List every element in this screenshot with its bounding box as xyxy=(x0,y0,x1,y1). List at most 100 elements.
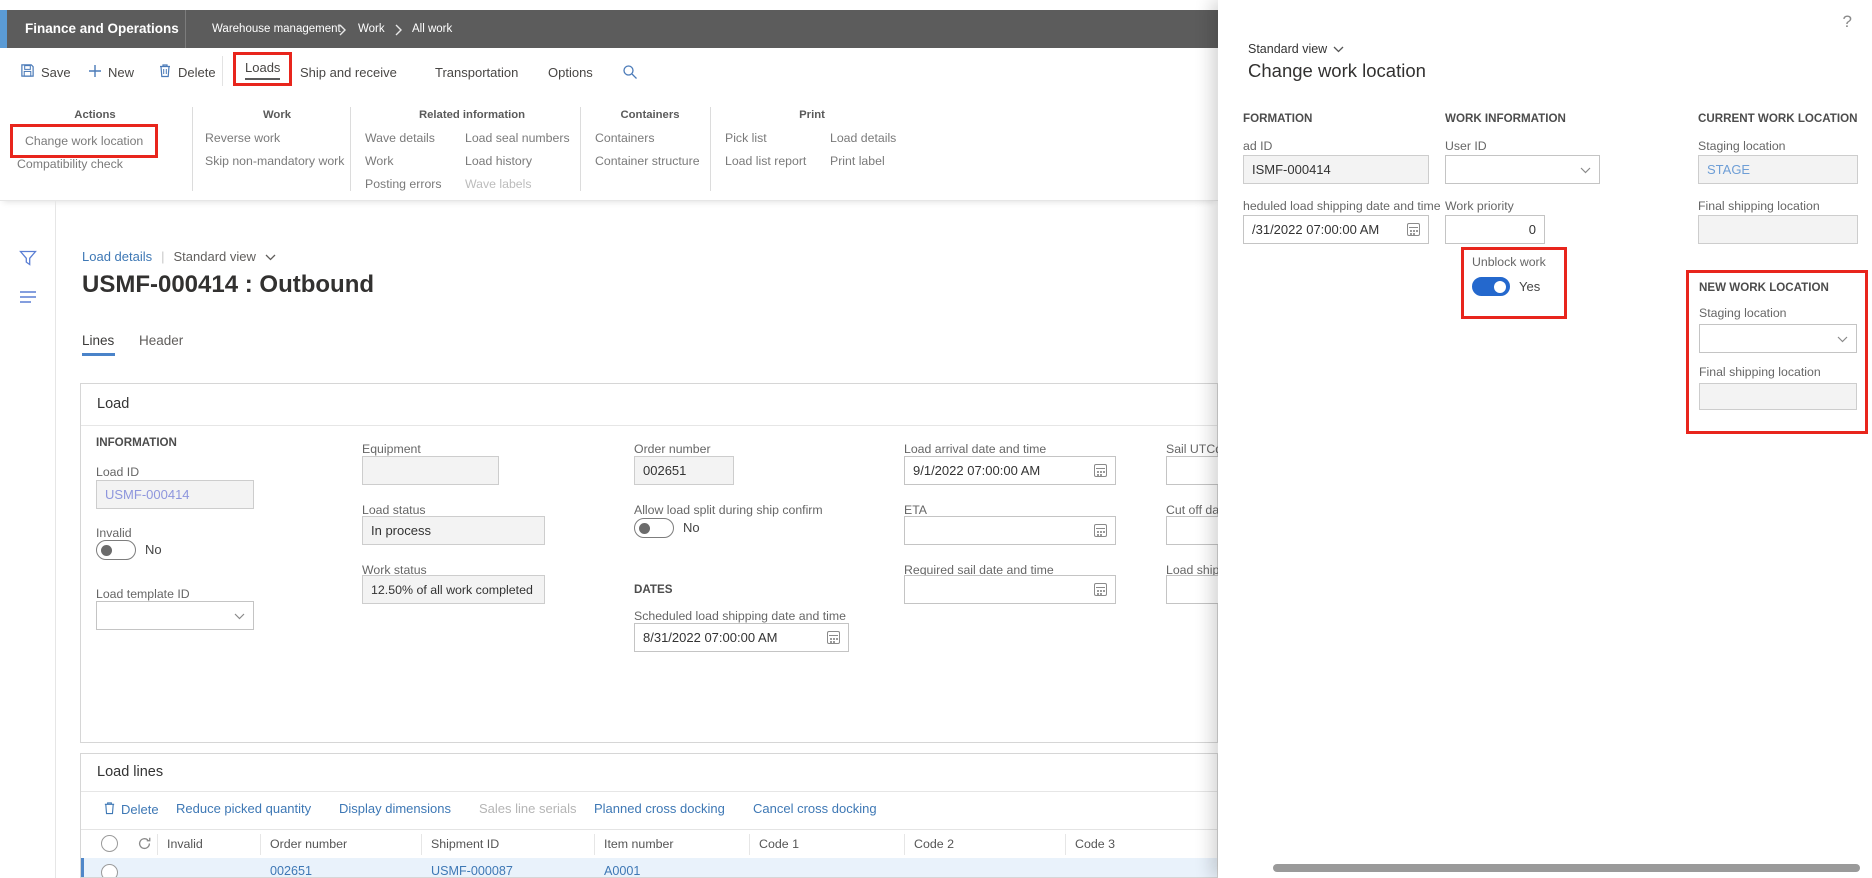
ribbon-divider xyxy=(350,107,351,191)
panel-current-location-group: CURRENT WORK LOCATION xyxy=(1698,112,1858,125)
cell-shipment-id[interactable]: USMF-000087 xyxy=(431,864,513,877)
breadcrumb-all-work[interactable]: All work xyxy=(412,10,452,48)
load-section: Load INFORMATION Load ID USMF-000414 Inv… xyxy=(80,383,1241,743)
task-list-icon[interactable] xyxy=(19,290,37,309)
new-staging-label: Staging location xyxy=(1699,306,1787,320)
filter-icon[interactable] xyxy=(19,250,37,272)
ribbon-item-load-list-report[interactable]: Load list report xyxy=(725,154,806,168)
chevron-down-icon[interactable] xyxy=(1333,42,1344,56)
ribbon-divider xyxy=(192,107,193,191)
column-shipment-id[interactable]: Shipment ID xyxy=(431,837,499,851)
calendar-icon[interactable] xyxy=(1407,223,1420,236)
eta-label: ETA xyxy=(904,503,928,517)
column-order-number[interactable]: Order number xyxy=(270,837,347,851)
scheduled-ship-field[interactable]: 8/31/2022 07:00:00 AM xyxy=(634,623,849,652)
save-label: Save xyxy=(41,64,71,80)
unblock-work-label: Unblock work xyxy=(1472,255,1546,269)
column-invalid[interactable]: Invalid xyxy=(167,837,203,851)
delete-button[interactable]: Delete xyxy=(158,60,216,84)
ribbon-group-work: Work xyxy=(262,109,292,121)
cell-item-number[interactable]: A0001 xyxy=(604,864,640,877)
eta-field[interactable] xyxy=(904,516,1116,545)
new-location-group: NEW WORK LOCATION xyxy=(1699,281,1829,294)
calendar-icon[interactable] xyxy=(1094,464,1107,477)
panel-view-selector[interactable]: Standard view xyxy=(1248,42,1327,56)
column-code-3[interactable]: Code 3 xyxy=(1075,837,1115,851)
chevron-down-icon[interactable] xyxy=(265,249,276,264)
ribbon-item-wave-details[interactable]: Wave details xyxy=(365,131,435,145)
cell-order-number[interactable]: 002651 xyxy=(270,864,312,877)
trash-icon xyxy=(158,63,172,81)
menu-tab-loads[interactable]: Loads xyxy=(245,60,281,80)
dates-group-header: DATES xyxy=(634,583,673,596)
save-button[interactable]: Save xyxy=(20,60,71,84)
new-staging-combo[interactable] xyxy=(1699,324,1857,353)
menu-tab-options[interactable]: Options xyxy=(548,60,593,84)
ribbon-item-container-structure[interactable]: Container structure xyxy=(595,154,700,168)
planned-cross-docking-button[interactable]: Planned cross docking xyxy=(594,801,725,816)
chevron-right-icon xyxy=(338,23,347,41)
menu-tab-ship-and-receive[interactable]: Ship and receive xyxy=(300,60,397,84)
cancel-cross-docking-button[interactable]: Cancel cross docking xyxy=(753,801,877,816)
reduce-picked-quantity-button[interactable]: Reduce picked quantity xyxy=(176,801,311,816)
load-details-link[interactable]: Load details xyxy=(82,249,152,264)
scheduled-ship-label: Scheduled load shipping date and time xyxy=(634,609,846,623)
load-lines-title[interactable]: Load lines xyxy=(97,764,163,780)
ribbon-item-work[interactable]: Work xyxy=(365,154,393,168)
calendar-icon[interactable] xyxy=(827,631,840,644)
unblock-work-toggle[interactable] xyxy=(1472,277,1510,296)
column-item-number[interactable]: Item number xyxy=(604,837,674,851)
order-number-field: 002651 xyxy=(634,456,734,485)
load-template-combo[interactable] xyxy=(96,601,254,630)
row-radio[interactable] xyxy=(101,864,118,877)
display-dimensions-button[interactable]: Display dimensions xyxy=(339,801,451,816)
calendar-icon[interactable] xyxy=(1094,524,1107,537)
highlight-box-loads: Loads xyxy=(233,52,293,86)
chevron-down-icon xyxy=(234,608,245,623)
ribbon-item-compatibility-check[interactable]: Compatibility check xyxy=(17,157,123,171)
new-button[interactable]: New xyxy=(88,60,134,84)
topbar-divider xyxy=(185,10,186,48)
ribbon-item-skip-non-mandatory-work[interactable]: Skip non-mandatory work xyxy=(205,154,344,168)
allow-split-toggle[interactable] xyxy=(634,518,674,538)
ribbon-item-pick-list[interactable]: Pick list xyxy=(725,131,767,145)
ribbon-group-containers: Containers xyxy=(620,109,680,121)
menu-tab-transportation[interactable]: Transportation xyxy=(435,60,518,84)
work-priority-field[interactable]: 0 xyxy=(1445,215,1545,244)
ribbon-group-actions: Actions xyxy=(74,109,116,121)
app-title: Finance and Operations xyxy=(25,21,179,36)
ribbon-item-load-details[interactable]: Load details xyxy=(830,131,896,145)
ribbon-item-posting-errors[interactable]: Posting errors xyxy=(365,177,442,191)
ribbon-item-load-history[interactable]: Load history xyxy=(465,154,532,168)
ribbon-item-load-seal-numbers[interactable]: Load seal numbers xyxy=(465,131,570,145)
load-id-label: Load ID xyxy=(96,465,140,479)
table-row[interactable]: 002651 USMF-000087 A0001 xyxy=(81,858,1217,877)
highlight-box-new-work-location: NEW WORK LOCATION Staging location Final… xyxy=(1686,270,1868,434)
column-code-2[interactable]: Code 2 xyxy=(914,837,954,851)
refresh-icon[interactable] xyxy=(137,836,152,856)
ribbon-item-print-label[interactable]: Print label xyxy=(830,154,885,168)
ribbon-item-containers[interactable]: Containers xyxy=(595,131,654,145)
highlight-box-change-work-location: Change work location xyxy=(10,124,159,158)
ribbon-divider xyxy=(710,107,711,191)
breadcrumb-warehouse-management[interactable]: Warehouse management xyxy=(212,10,341,48)
breadcrumb-work[interactable]: Work xyxy=(358,10,385,48)
panel-scheduled-field[interactable]: /31/2022 07:00:00 AM xyxy=(1243,215,1429,244)
ribbon-item-reverse-work[interactable]: Reverse work xyxy=(205,131,280,145)
tab-lines[interactable]: Lines xyxy=(82,333,114,348)
tab-header[interactable]: Header xyxy=(139,333,183,348)
search-icon[interactable] xyxy=(622,60,638,84)
horizontal-scrollbar[interactable] xyxy=(1273,864,1860,872)
user-id-combo[interactable] xyxy=(1445,155,1600,184)
select-all-radio[interactable] xyxy=(101,835,118,852)
current-final-label: Final shipping location xyxy=(1698,199,1820,213)
load-section-title[interactable]: Load xyxy=(97,396,129,412)
invalid-toggle[interactable] xyxy=(96,540,136,560)
ribbon-item-change-work-location[interactable]: Change work location xyxy=(25,134,143,148)
required-sail-field[interactable] xyxy=(904,575,1116,604)
calendar-icon[interactable] xyxy=(1094,583,1107,596)
view-selector[interactable]: Standard view xyxy=(174,249,256,264)
load-arrival-field[interactable]: 9/1/2022 07:00:00 AM xyxy=(904,456,1116,485)
grid-delete-button[interactable]: Delete xyxy=(103,801,159,818)
column-code-1[interactable]: Code 1 xyxy=(759,837,799,851)
